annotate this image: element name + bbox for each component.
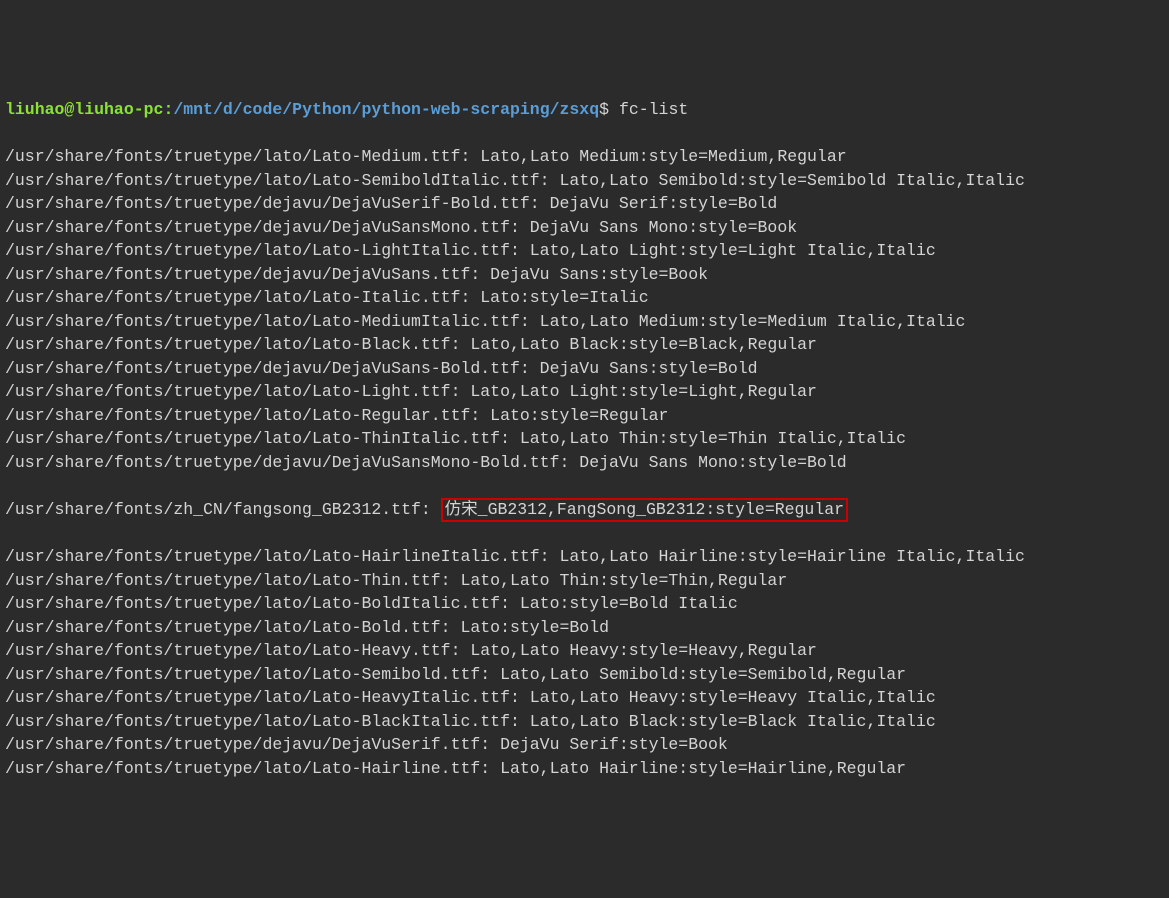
output-line: /usr/share/fonts/truetype/lato/Lato-Heav… [5, 686, 1164, 710]
prompt-separator: : [163, 100, 173, 119]
output-line-highlighted: /usr/share/fonts/zh_CN/fangsong_GB2312.t… [5, 498, 1164, 522]
output-line: /usr/share/fonts/truetype/lato/Lato-Semi… [5, 169, 1164, 193]
output-line: /usr/share/fonts/truetype/lato/Lato-Blac… [5, 710, 1164, 734]
output-line: /usr/share/fonts/truetype/dejavu/DejaVuS… [5, 733, 1164, 757]
output-line: /usr/share/fonts/truetype/lato/Lato-Semi… [5, 663, 1164, 687]
output-line: /usr/share/fonts/truetype/lato/Lato-Bold… [5, 592, 1164, 616]
output-line: /usr/share/fonts/truetype/dejavu/DejaVuS… [5, 263, 1164, 287]
prompt-user: liuhao@liuhao-pc [5, 100, 163, 119]
output-line: /usr/share/fonts/truetype/lato/Lato-Ital… [5, 286, 1164, 310]
output-line: /usr/share/fonts/truetype/lato/Lato-Ligh… [5, 239, 1164, 263]
output-line: /usr/share/fonts/truetype/lato/Lato-Blac… [5, 333, 1164, 357]
output-line: /usr/share/fonts/truetype/lato/Lato-Hair… [5, 757, 1164, 781]
highlighted-prefix: /usr/share/fonts/zh_CN/fangsong_GB2312.t… [5, 500, 441, 519]
highlighted-text: 仿宋_GB2312,FangSong_GB2312:style=Regular [441, 498, 848, 522]
output-line: /usr/share/fonts/truetype/dejavu/DejaVuS… [5, 192, 1164, 216]
output-line: /usr/share/fonts/truetype/lato/Lato-Bold… [5, 616, 1164, 640]
output-line: /usr/share/fonts/truetype/lato/Lato-Hair… [5, 545, 1164, 569]
prompt-path: /mnt/d/code/Python/python-web-scraping/z… [173, 100, 599, 119]
output-line: /usr/share/fonts/truetype/dejavu/DejaVuS… [5, 216, 1164, 240]
output-line: /usr/share/fonts/truetype/dejavu/DejaVuS… [5, 357, 1164, 381]
output-line: /usr/share/fonts/truetype/lato/Lato-Medi… [5, 145, 1164, 169]
output-line: /usr/share/fonts/truetype/lato/Lato-Thin… [5, 569, 1164, 593]
prompt-line[interactable]: liuhao@liuhao-pc:/mnt/d/code/Python/pyth… [5, 98, 1164, 122]
output-line: /usr/share/fonts/truetype/lato/Lato-Heav… [5, 639, 1164, 663]
output-line: /usr/share/fonts/truetype/lato/Lato-Medi… [5, 310, 1164, 334]
prompt-dollar: $ [599, 100, 609, 119]
output-line: /usr/share/fonts/truetype/dejavu/DejaVuS… [5, 451, 1164, 475]
output-line: /usr/share/fonts/truetype/lato/Lato-Thin… [5, 427, 1164, 451]
command-text: fc-list [619, 100, 688, 119]
output-line: /usr/share/fonts/truetype/lato/Lato-Ligh… [5, 380, 1164, 404]
output-line: /usr/share/fonts/truetype/lato/Lato-Regu… [5, 404, 1164, 428]
